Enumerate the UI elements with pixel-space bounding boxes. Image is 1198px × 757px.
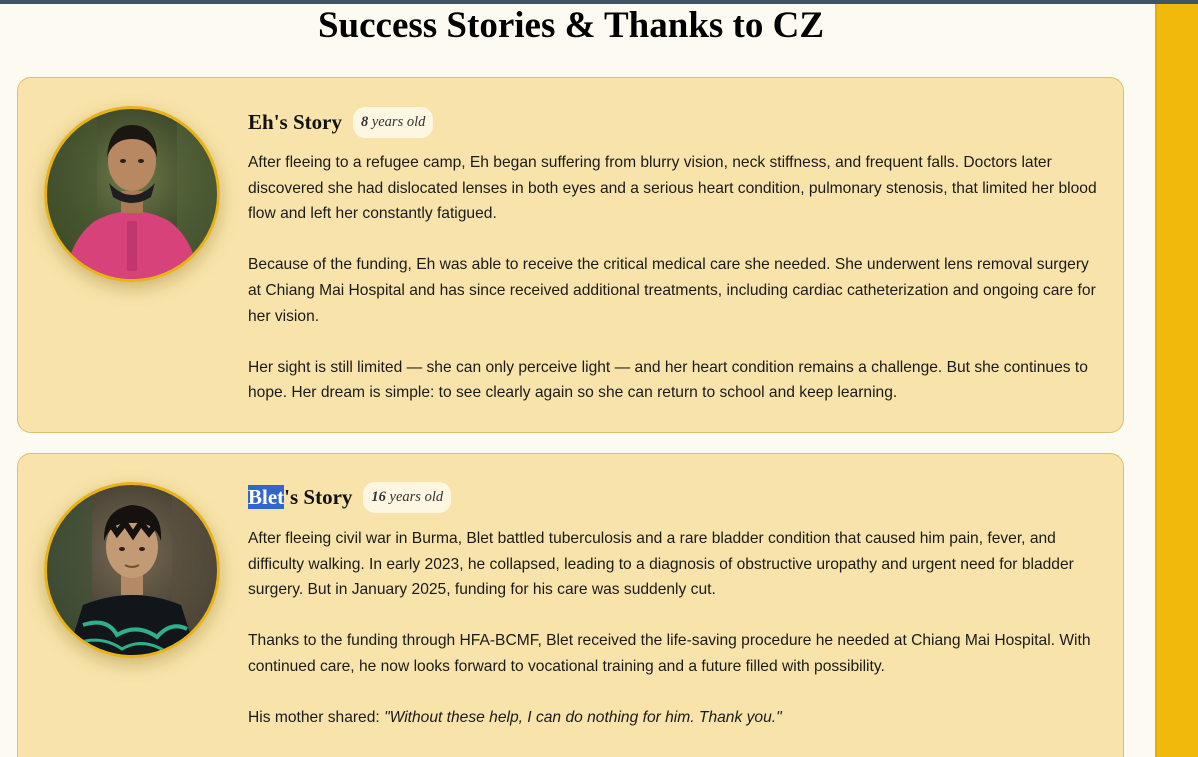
portrait-image	[47, 485, 217, 655]
story-name: Eh	[248, 110, 274, 134]
portrait-image	[47, 109, 217, 279]
story-title-suffix: 's Story	[273, 110, 342, 134]
story-heading: Blet's Story 16 years old	[248, 481, 452, 513]
story-body: After fleeing to a refugee camp, Eh bega…	[248, 150, 1098, 406]
story-title: Eh's Story	[248, 106, 342, 138]
mother-quote: "Without these help, I can do nothing fo…	[384, 709, 782, 727]
story-body: After fleeing civil war in Burma, Blet b…	[248, 526, 1098, 731]
story-paragraph: Because of the funding, Eh was able to r…	[248, 256, 1096, 325]
story-title: Blet's Story	[248, 481, 352, 513]
avatar-photo	[44, 482, 220, 658]
story-paragraph: Thanks to the funding through HFA-BCMF, …	[248, 632, 1091, 675]
story-heading: Eh's Story 8 years old	[248, 106, 434, 138]
age-number: 16	[371, 488, 386, 505]
story-card-eh: Eh's Story 8 years old After fleeing to …	[17, 77, 1124, 433]
page-title: Success Stories & Thanks to CZ	[317, 5, 825, 46]
age-badge: 8 years old	[352, 106, 434, 138]
story-card-blet: Blet's Story 16 years old After fleeing …	[17, 453, 1124, 757]
story-paragraph: After fleeing to a refugee camp, Eh bega…	[248, 154, 1097, 223]
age-suffix: years old	[385, 488, 444, 505]
age-suffix: years old	[368, 113, 426, 130]
age-badge: 16 years old	[363, 481, 452, 513]
right-accent-rail	[1155, 4, 1198, 757]
avatar-photo	[44, 106, 220, 282]
quote-lead: His mother shared:	[248, 709, 385, 727]
story-paragraph: Her sight is still limited — she can onl…	[248, 358, 1088, 402]
quote-paragraph: His mother shared: "Without these help, …	[248, 705, 1098, 731]
story-paragraph: After fleeing civil war in Burma, Blet b…	[248, 530, 1074, 599]
story-name-selected[interactable]: Blet	[248, 485, 285, 509]
story-title-suffix: 's Story	[284, 485, 353, 509]
